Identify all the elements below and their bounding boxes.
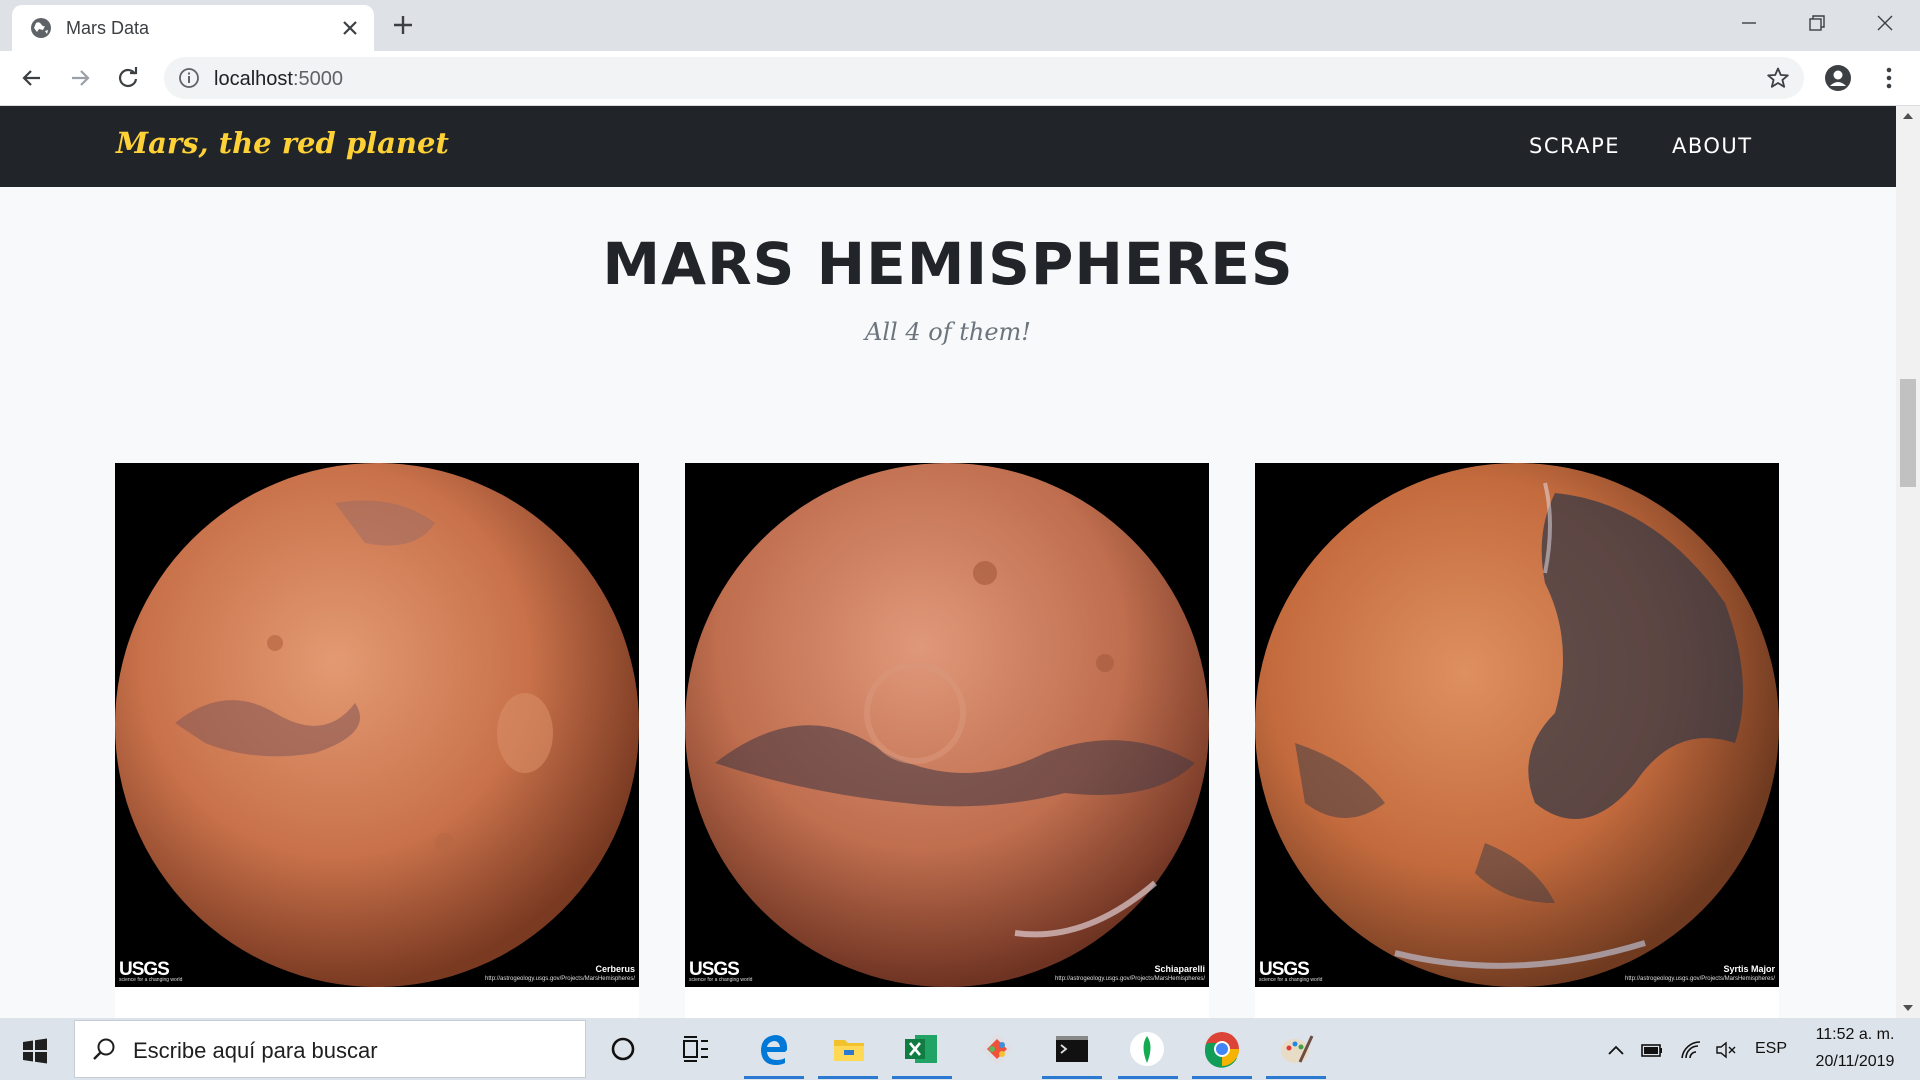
page-viewport: Mars, the red planet SCRAPE ABOUT MARS H…	[0, 106, 1896, 1018]
hemisphere-card: USGS science for a changing world Schiap…	[685, 463, 1209, 1018]
git-icon[interactable]	[978, 1030, 1016, 1068]
back-arrow-icon[interactable]	[18, 64, 46, 92]
nav-scrape-link[interactable]: SCRAPE	[1529, 134, 1620, 158]
page-subtitle: All 4 of them!	[865, 318, 1031, 346]
hemisphere-card: USGS science for a changing world Cerber…	[115, 463, 639, 1018]
profile-avatar-icon[interactable]	[1824, 64, 1852, 92]
usgs-tagline: science for a changing world	[1259, 977, 1323, 983]
terminal-icon[interactable]	[1053, 1030, 1091, 1068]
scroll-down-arrow-icon[interactable]	[1902, 1003, 1914, 1013]
info-icon[interactable]	[178, 67, 200, 89]
close-window-icon[interactable]	[1870, 8, 1900, 38]
page-scrollbar[interactable]	[1896, 106, 1920, 1018]
nav-about-link[interactable]: ABOUT	[1672, 134, 1753, 158]
browser-tabstrip: Mars Data	[0, 0, 1920, 51]
chrome-icon[interactable]	[1203, 1030, 1241, 1068]
chrome-active-indicator	[1192, 1076, 1252, 1079]
browser-toolbar: localhost:5000	[0, 51, 1920, 106]
hemisphere-image[interactable]: USGS science for a changing world Cerber…	[115, 463, 639, 987]
close-tab-icon[interactable]	[338, 16, 362, 40]
windows-start-icon[interactable]	[22, 1038, 48, 1064]
explorer-active-indicator	[818, 1076, 878, 1079]
hemisphere-caption: Syrtis Major	[1723, 964, 1775, 974]
hemisphere-caption: Cerberus	[595, 964, 635, 974]
clock-time[interactable]: 11:52 a. m.	[1810, 1026, 1900, 1044]
hemisphere-caption: Schiaparelli	[1154, 964, 1205, 974]
hemisphere-source-url: http://astrogeology.usgs.gov/Projects/Ma…	[1055, 976, 1205, 982]
search-icon	[93, 1038, 115, 1060]
mongodb-icon[interactable]	[1128, 1030, 1166, 1068]
mars-globe-image	[685, 463, 1209, 987]
restore-icon[interactable]	[1802, 8, 1832, 38]
task-view-icon[interactable]	[677, 1030, 715, 1068]
hemisphere-card: USGS science for a changing world Syrtis…	[1255, 463, 1779, 1018]
edge-active-indicator	[744, 1076, 804, 1079]
hemisphere-image[interactable]: USGS science for a changing world Schiap…	[685, 463, 1209, 987]
hemisphere-image[interactable]: USGS science for a changing world Syrtis…	[1255, 463, 1779, 987]
mars-globe-image	[115, 463, 639, 987]
hemisphere-source-url: http://astrogeology.usgs.gov/Projects/Ma…	[485, 976, 635, 982]
volume-muted-icon[interactable]	[1715, 1040, 1737, 1060]
edge-icon[interactable]	[755, 1030, 793, 1068]
page-title: MARS HEMISPHERES	[602, 230, 1294, 298]
mongodb-active-indicator	[1118, 1076, 1178, 1079]
mars-globe-image	[1255, 463, 1779, 987]
address-bar[interactable]: localhost:5000	[164, 57, 1804, 99]
hemisphere-source-url: http://astrogeology.usgs.gov/Projects/Ma…	[1625, 976, 1775, 982]
search-placeholder: Escribe aquí para buscar	[133, 1038, 378, 1063]
usgs-tagline: science for a changing world	[119, 977, 183, 983]
forward-arrow-icon[interactable]	[66, 64, 94, 92]
usgs-tagline: science for a changing world	[689, 977, 753, 983]
chevron-up-icon[interactable]	[1605, 1040, 1627, 1060]
bookmark-star-icon[interactable]	[1766, 66, 1790, 90]
file-explorer-icon[interactable]	[830, 1030, 868, 1068]
terminal-active-indicator	[1042, 1076, 1102, 1079]
excel-active-indicator	[892, 1076, 952, 1079]
scroll-up-arrow-icon[interactable]	[1902, 111, 1914, 121]
input-language[interactable]: ESP	[1755, 1040, 1787, 1058]
reload-icon[interactable]	[114, 64, 142, 92]
globe-icon	[31, 18, 51, 38]
site-brand[interactable]: Mars, the red planet	[116, 126, 449, 160]
menu-kebab-icon[interactable]	[1875, 64, 1903, 92]
battery-icon[interactable]	[1641, 1040, 1663, 1060]
url-text: localhost:5000	[214, 68, 343, 90]
cortana-icon[interactable]	[604, 1030, 642, 1068]
paint-icon[interactable]	[1278, 1030, 1316, 1068]
site-navbar: Mars, the red planet SCRAPE ABOUT	[0, 106, 1896, 187]
taskbar-search-box[interactable]: Escribe aquí para buscar	[74, 1020, 586, 1078]
paint-active-indicator	[1266, 1076, 1326, 1079]
browser-tab[interactable]: Mars Data	[12, 5, 374, 51]
wifi-icon[interactable]	[1680, 1040, 1702, 1060]
tab-title: Mars Data	[66, 18, 150, 38]
new-tab-icon[interactable]	[390, 12, 416, 38]
windows-taskbar: Escribe aquí para buscar ESP 11:52 a. m.…	[0, 1018, 1920, 1080]
minimize-icon[interactable]	[1734, 8, 1764, 38]
clock-date[interactable]: 20/11/2019	[1803, 1053, 1907, 1071]
scrollbar-thumb[interactable]	[1900, 379, 1916, 487]
excel-icon[interactable]	[902, 1030, 940, 1068]
